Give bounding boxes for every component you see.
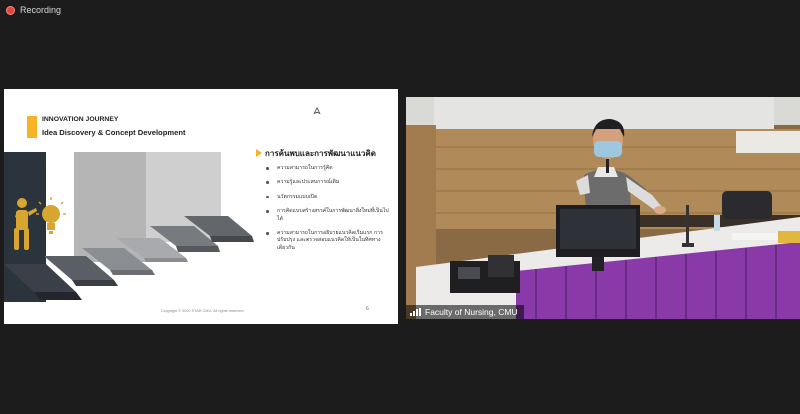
recording-label: Recording <box>20 5 62 15</box>
shared-slide: INNOVATION JOURNEY Idea Discovery & Conc… <box>4 89 398 324</box>
cmu-logo-icon <box>313 107 321 115</box>
recording-indicator[interactable]: Recording <box>6 5 61 15</box>
bullet-icon <box>266 210 269 213</box>
participant-name-tag: Faculty of Nursing, CMU <box>406 305 524 319</box>
list-item: ความรู้และประสบการณ์เดิม <box>265 179 390 186</box>
participant-name: Faculty of Nursing, CMU <box>425 307 518 317</box>
bullet-text: นวัตกรรมแบบเปิด <box>277 193 318 200</box>
slide-kicker: INNOVATION JOURNEY <box>42 116 119 123</box>
steps-illustration <box>4 152 254 302</box>
slide-page-number: 6 <box>366 307 369 312</box>
signal-strength-icon <box>410 308 421 316</box>
participant-video-tile[interactable]: Faculty of Nursing, CMU <box>406 97 800 319</box>
list-item: ความสามารถในการอธิบายแนวคิดเริ่มแรก การป… <box>265 230 390 252</box>
bullet-icon <box>266 167 269 170</box>
meeting-top-bar: Recording <box>0 0 800 24</box>
bullet-list: ความสามารถในการรู้คิด ความรู้และประสบการ… <box>265 165 390 259</box>
slide-title: Idea Discovery & Concept Development <box>42 128 186 137</box>
bullet-text: ความสามารถในการอธิบายแนวคิดเริ่มแรก การป… <box>277 230 383 251</box>
bullet-icon <box>266 195 269 199</box>
bullet-icon <box>266 232 269 235</box>
bullet-text: ความสามารถในการรู้คิด <box>277 165 333 171</box>
bullet-text: การคิดแบบสร้างสรรค์ในการพัฒนาสิ่งใหม่ที่… <box>277 208 389 222</box>
list-item: ความสามารถในการรู้คิด <box>265 165 390 172</box>
slide-copyright: Copyright © 2020 STAR CMU. All rights re… <box>161 309 245 313</box>
bullet-text: ความรู้และประสบการณ์เดิม <box>277 179 340 186</box>
slide-accent-bar <box>27 116 37 138</box>
list-item: นวัตกรรมแบบเปิด <box>265 194 390 201</box>
section-heading: การค้นพบและการพัฒนาแนวคิด <box>265 149 376 158</box>
camera-feed-scene <box>406 97 800 319</box>
section-arrow-icon <box>256 149 262 157</box>
list-item: การคิดแบบสร้างสรรค์ในการพัฒนาสิ่งใหม่ที่… <box>265 208 390 223</box>
recording-dot-icon <box>6 5 15 15</box>
bullet-icon <box>266 181 269 184</box>
